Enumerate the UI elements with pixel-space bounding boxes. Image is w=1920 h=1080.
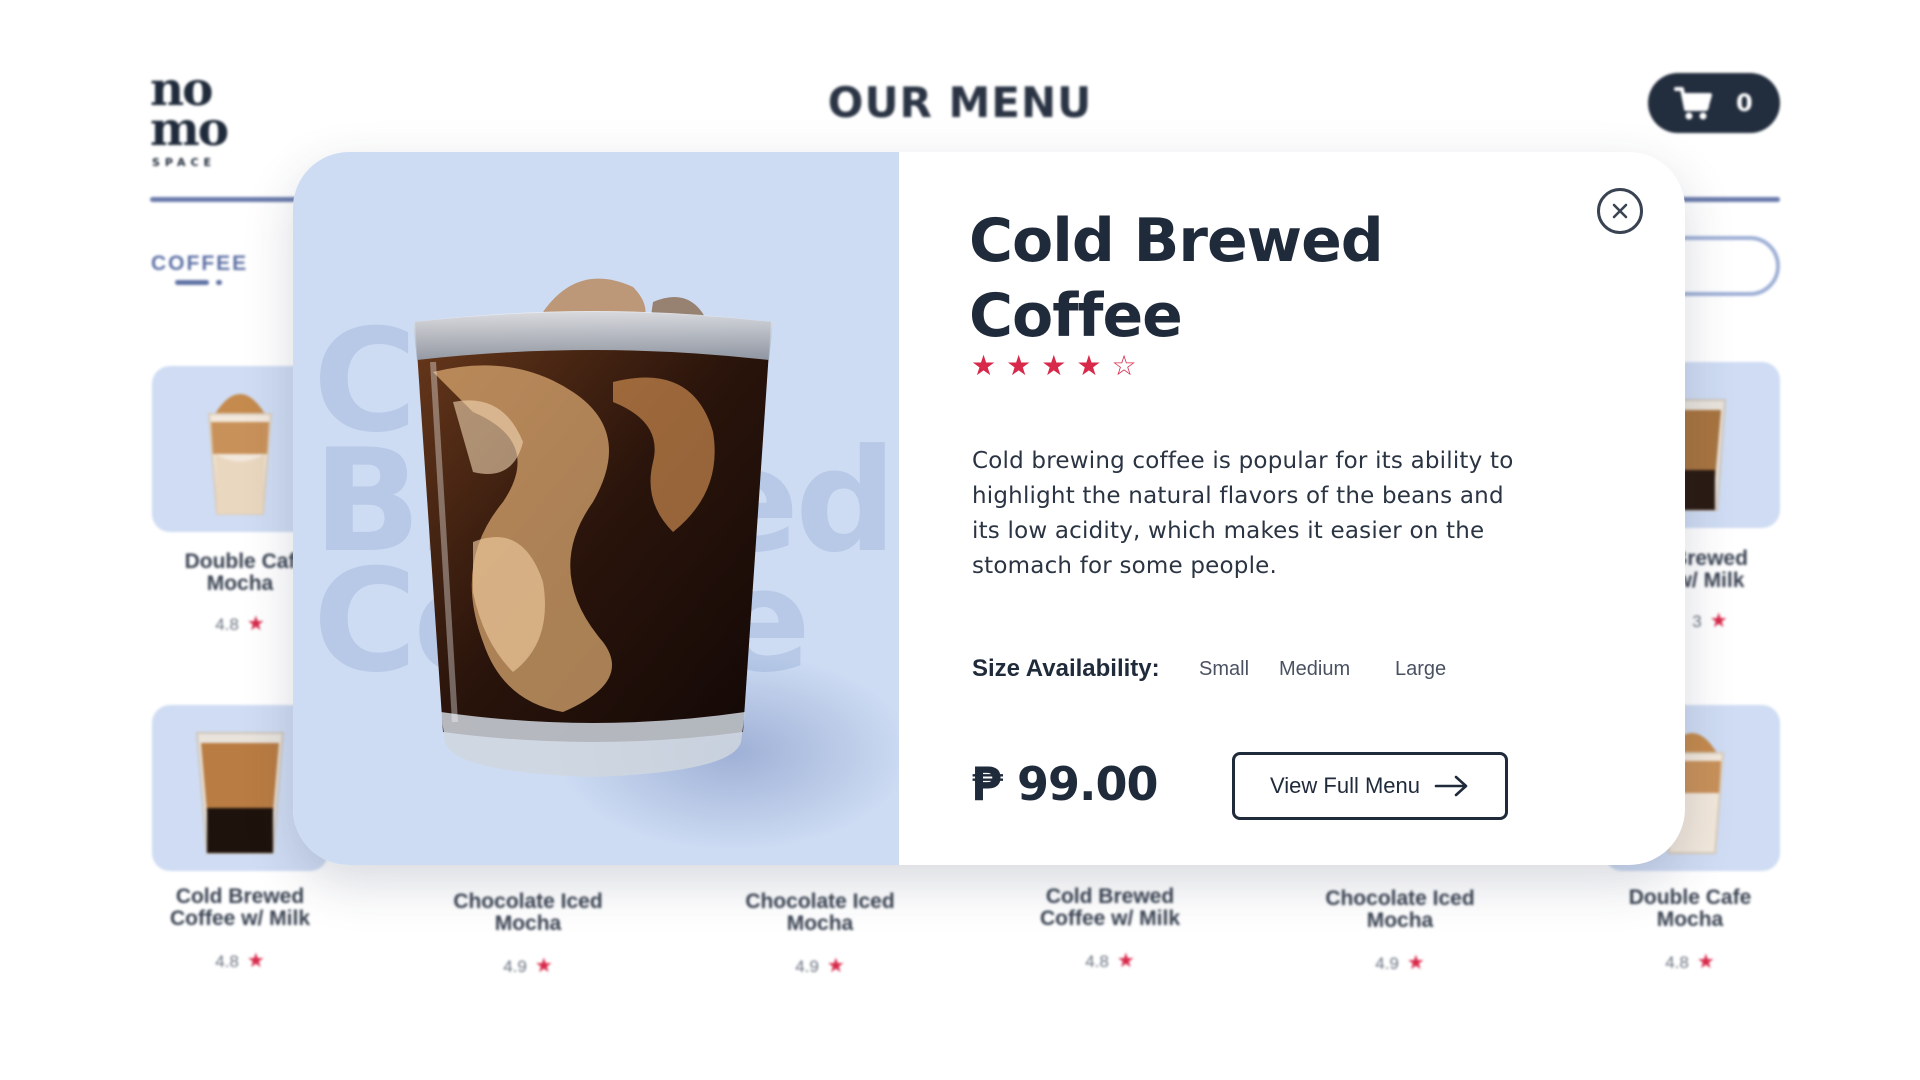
cold-brew-glass-photo [413, 278, 773, 777]
view-full-menu-label: View Full Menu [1270, 773, 1420, 798]
tab-coffee[interactable]: COFFEE [151, 252, 248, 276]
menu-card-name: Chocolate Iced Mocha [1325, 887, 1475, 932]
close-icon [1612, 203, 1628, 219]
product-image-panel: Cold Brewed Coffee [293, 152, 899, 865]
cart-count: 0 [1736, 89, 1753, 117]
menu-card-rating: 4.8 ★ [215, 950, 265, 972]
star-icon: ★ [1116, 950, 1135, 972]
star-filled-icon: ★ [971, 350, 997, 381]
star-icon: ★ [826, 955, 845, 977]
size-option-small[interactable]: Small [1199, 658, 1249, 681]
menu-card-name: Double Cafe Mocha [1628, 886, 1752, 931]
star-filled-icon: ★ [1006, 350, 1032, 381]
close-button[interactable] [1597, 188, 1643, 234]
menu-card-rating: 4.9 ★ [795, 955, 845, 977]
size-availability-label: Size Availability: [972, 655, 1160, 682]
star-icon: ★ [1406, 952, 1425, 974]
star-icon: ★ [1709, 610, 1728, 632]
menu-card-rating: 4.8 ★ [1085, 950, 1135, 972]
menu-card-rating: 4.8 ★ [1665, 951, 1715, 973]
menu-card-rating: 4.9 ★ [1375, 952, 1425, 974]
product-detail-modal: Cold Brewed Coffee ★ ★ ★ ★ ☆ Cold brewin… [293, 152, 1685, 865]
product-rating-stars: ★ ★ ★ ★ ☆ [971, 352, 1137, 380]
product-description: Cold brewing coffee is popular for its a… [972, 448, 1514, 579]
menu-card-name: Cold Brewed Coffee w/ Milk [169, 885, 311, 930]
product-title: Cold Brewed Coffee [969, 206, 1384, 351]
menu-card-name: Cold Brewed Coffee w/ Milk [1039, 885, 1181, 930]
cart-button[interactable]: 0 [1648, 73, 1780, 133]
size-option-medium[interactable]: Medium [1279, 658, 1350, 681]
cold-brew-milk-photo [195, 732, 285, 854]
menu-card-name: Chocolate Iced Mocha [745, 890, 895, 935]
star-filled-icon: ★ [1041, 350, 1067, 381]
logo-subtitle: SPACE [152, 156, 217, 169]
menu-card-rating: 4.9 ★ [503, 955, 553, 977]
star-icon: ★ [534, 955, 553, 977]
view-full-menu-button[interactable]: View Full Menu [1232, 752, 1508, 820]
page-title: OUR MENU [827, 78, 1093, 127]
size-option-large[interactable]: Large [1395, 658, 1446, 681]
arrow-right-icon [1434, 775, 1468, 797]
star-outline-icon: ☆ [1111, 350, 1137, 381]
star-icon: ★ [1696, 951, 1715, 973]
menu-card-name: Chocolate Iced Mocha [453, 890, 603, 935]
star-icon: ★ [246, 950, 265, 972]
tab-active-dot [216, 280, 222, 285]
header-divider-left [150, 197, 310, 202]
star-filled-icon: ★ [1076, 350, 1102, 381]
tab-active-indicator [175, 280, 209, 285]
iced-mocha-photo [207, 394, 273, 515]
product-price: ₱ 99.00 [971, 757, 1159, 811]
star-icon: ★ [246, 613, 265, 635]
cart-icon [1674, 87, 1712, 120]
